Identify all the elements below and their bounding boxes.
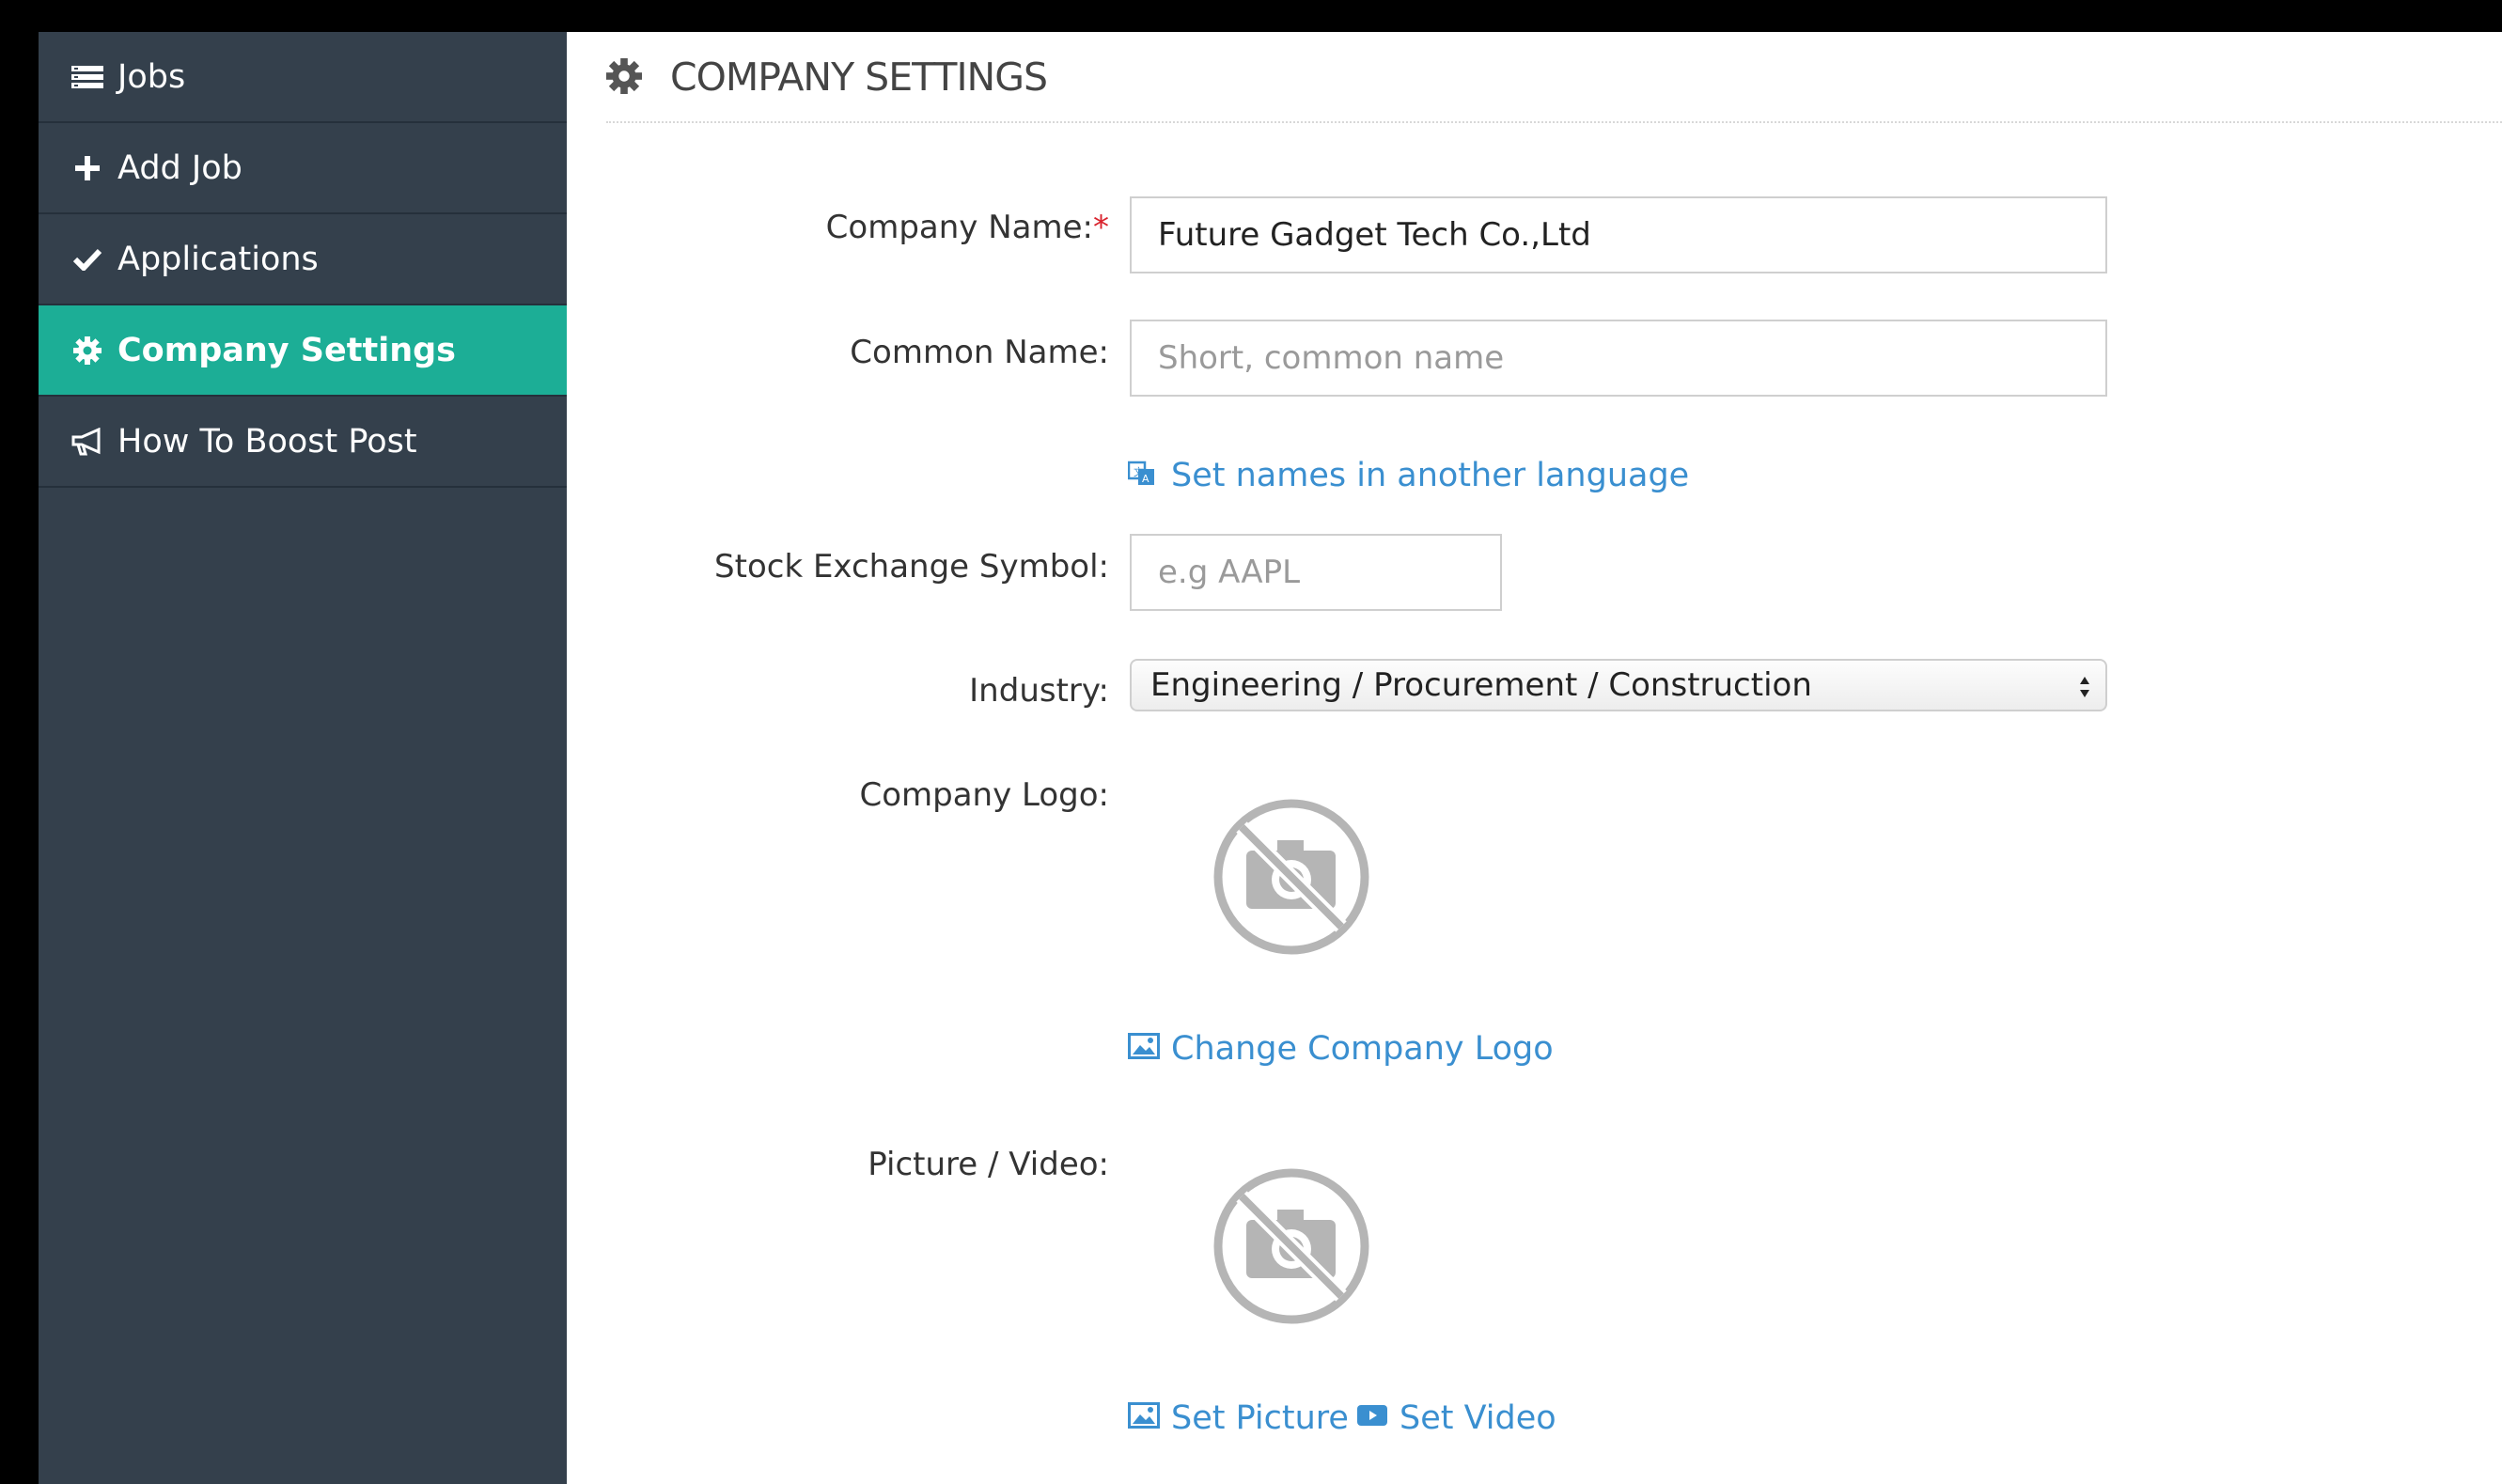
image-icon: [1128, 1402, 1162, 1434]
sidebar-item-how-to-boost-post[interactable]: How To Boost Post: [39, 397, 567, 488]
common-name-label: Common Name:: [850, 334, 1109, 371]
industry-select[interactable]: Engineering / Procurement / Construction: [1130, 659, 2107, 711]
company-name-label-text: Company Name:: [825, 209, 1093, 246]
no-photo-icon: [1212, 797, 1371, 957]
set-names-language-link[interactable]: 文A Set names in another language: [1128, 457, 1689, 494]
plus-icon: [69, 149, 106, 187]
sidebar-item-label: Jobs: [117, 57, 186, 96]
sidebar-item-company-settings[interactable]: Company Settings: [39, 305, 587, 397]
select-arrows-icon: [2077, 668, 2092, 706]
page-header: COMPANY SETTINGS: [606, 32, 2502, 123]
set-picture-link[interactable]: Set Picture: [1128, 1399, 1349, 1437]
change-company-logo-link[interactable]: Change Company Logo: [1128, 1030, 1554, 1068]
change-company-logo-label: Change Company Logo: [1171, 1030, 1554, 1068]
required-asterisk: *: [1093, 209, 1109, 246]
megaphone-icon: [69, 423, 106, 461]
sidebar-item-label: Applications: [117, 240, 319, 278]
sidebar: Jobs Add Job Applications Company Settin…: [39, 32, 587, 1484]
app-window: Jobs Add Job Applications Company Settin…: [39, 32, 2502, 1484]
picture-video-label: Picture / Video:: [868, 1146, 1109, 1183]
company-logo-label: Company Logo:: [859, 776, 1109, 814]
sidebar-item-label: Add Job: [117, 148, 242, 187]
set-picture-label: Set Picture: [1171, 1399, 1349, 1437]
video-icon: [1356, 1402, 1390, 1434]
translate-icon: 文A: [1128, 460, 1162, 492]
image-icon: [1128, 1033, 1162, 1065]
no-photo-icon: [1212, 1166, 1371, 1326]
sidebar-item-label: How To Boost Post: [117, 422, 417, 461]
company-name-input[interactable]: [1130, 196, 2107, 273]
stock-symbol-input[interactable]: [1130, 534, 1502, 611]
gear-icon: [69, 332, 106, 369]
list-icon: [69, 58, 106, 96]
common-name-input[interactable]: [1130, 320, 2107, 397]
sidebar-item-label: Company Settings: [117, 331, 456, 369]
company-name-label: Company Name:*: [567, 209, 1109, 246]
main-content: COMPANY SETTINGS Company Name:* Common N…: [567, 32, 2502, 1484]
set-names-language-label: Set names in another language: [1171, 457, 1690, 494]
sidebar-item-add-job[interactable]: Add Job: [39, 123, 567, 214]
page-title: COMPANY SETTINGS: [670, 54, 1048, 100]
gear-icon: [606, 57, 644, 96]
set-video-link[interactable]: Set Video: [1356, 1399, 1556, 1437]
set-video-label: Set Video: [1400, 1399, 1556, 1437]
sidebar-item-jobs[interactable]: Jobs: [39, 32, 567, 123]
industry-selected-value: Engineering / Procurement / Construction: [1150, 666, 1812, 704]
sidebar-item-applications[interactable]: Applications: [39, 214, 567, 305]
svg-text:A: A: [1142, 473, 1149, 485]
industry-label: Industry:: [969, 672, 1109, 710]
stock-symbol-label: Stock Exchange Symbol:: [714, 548, 1109, 586]
checkmark-icon: [69, 241, 106, 278]
